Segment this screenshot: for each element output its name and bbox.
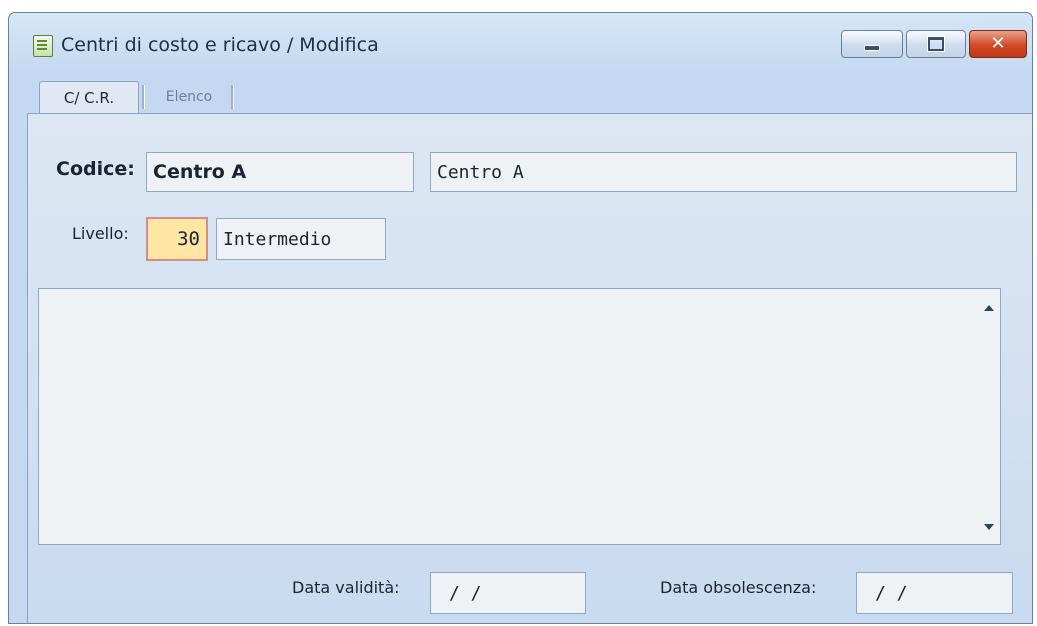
maximize-icon: [928, 37, 944, 51]
tab-separator: [231, 85, 234, 109]
title-bar[interactable]: Centri di costo e ricavo / Modifica ✕: [9, 13, 1032, 75]
window-title: Centri di costo e ricavo / Modifica: [61, 34, 379, 56]
data-validita-input[interactable]: / /: [430, 572, 586, 614]
vertical-scrollbar[interactable]: [978, 289, 1000, 544]
minimize-button[interactable]: [841, 30, 903, 58]
window: Centri di costo e ricavo / Modifica ✕ C/…: [8, 12, 1033, 624]
data-obsolescenza-input[interactable]: / /: [856, 572, 1013, 614]
data-obsolescenza-label: Data obsolescenza:: [660, 578, 817, 597]
codice-input[interactable]: Centro A: [146, 152, 414, 192]
data-validita-label: Data validità:: [292, 578, 400, 597]
form-panel: Codice: Centro A Centro A Livello: 30 In…: [27, 113, 1032, 623]
tab-strip: C/ C.R. Elenco: [9, 75, 1032, 113]
tab-cdc[interactable]: C/ C.R.: [39, 81, 139, 113]
minimize-icon: [864, 45, 880, 51]
note-textarea[interactable]: [38, 288, 1001, 545]
livello-input[interactable]: 30: [146, 217, 208, 261]
tab-elenco[interactable]: Elenco: [147, 81, 231, 113]
close-button[interactable]: ✕: [969, 30, 1027, 58]
codice-label: Codice:: [56, 158, 135, 180]
scroll-down-icon[interactable]: [984, 524, 994, 530]
livello-description: Intermedio: [216, 218, 386, 260]
scroll-up-icon[interactable]: [984, 305, 994, 311]
document-icon: [33, 35, 53, 57]
maximize-button[interactable]: [906, 30, 966, 58]
descrizione-input[interactable]: Centro A: [430, 152, 1017, 192]
livello-label: Livello:: [72, 224, 129, 243]
tab-separator: [142, 85, 145, 109]
close-icon: ✕: [990, 33, 1006, 54]
